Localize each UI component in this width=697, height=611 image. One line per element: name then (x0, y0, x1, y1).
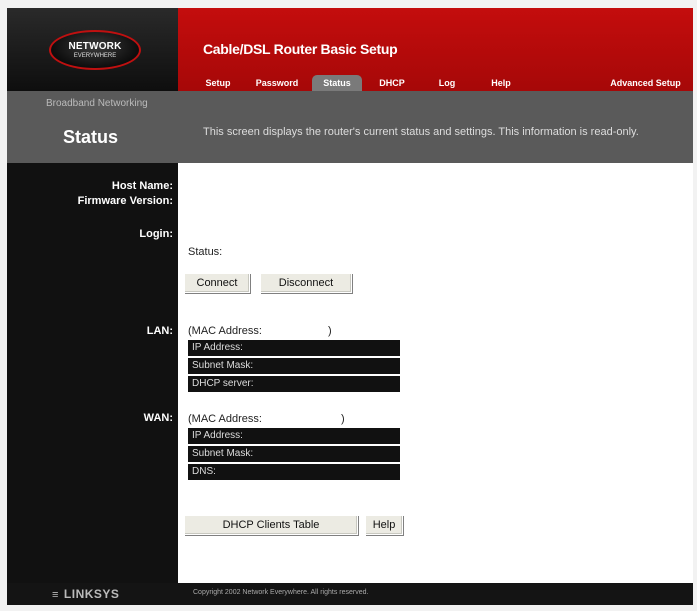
tab-setup[interactable]: Setup (198, 75, 238, 91)
firmware-version-label: Firmware Version: (77, 195, 173, 207)
disconnect-button[interactable]: Disconnect (260, 273, 352, 293)
logo-line1: NETWORK (68, 41, 122, 52)
lan-label: LAN: (146, 325, 173, 337)
lan-mac-close: ) (328, 325, 332, 337)
linksys-logo: ≡ LINKSYS (52, 587, 119, 601)
page-heading: Status (63, 127, 119, 147)
linksys-mark-icon: ≡ (52, 589, 59, 601)
dhcp-clients-table-button[interactable]: DHCP Clients Table (184, 515, 358, 535)
tab-status[interactable]: Status (312, 75, 362, 91)
tab-password[interactable]: Password (252, 75, 302, 91)
network-everywhere-logo: NETWORK EVERYWHERE (49, 30, 141, 70)
help-button[interactable]: Help (365, 515, 403, 535)
lan-dhcp-server: DHCP server: (188, 376, 400, 392)
login-status-label: Status: (188, 246, 223, 258)
logo-area: NETWORK EVERYWHERE (7, 8, 178, 91)
logo-line2: EVERYWHERE (73, 53, 117, 59)
router-setup-frame: NETWORK EVERYWHERE Cable/DSL Router Basi… (7, 8, 693, 605)
page-title: Cable/DSL Router Basic Setup (203, 41, 398, 57)
lan-mac-address: (MAC Address: (188, 325, 262, 337)
section-label: Broadband Networking (46, 98, 148, 109)
tab-log[interactable]: Log (432, 75, 462, 91)
wan-label: WAN: (143, 412, 173, 424)
wan-dns: DNS: (188, 464, 400, 480)
tab-advanced-setup[interactable]: Advanced Setup (598, 75, 693, 91)
linksys-brand: LINKSYS (63, 587, 120, 601)
wan-ip-address: IP Address: (188, 428, 400, 444)
header-bar: Cable/DSL Router Basic Setup Setup Passw… (178, 8, 693, 91)
page-description: This screen displays the router's curren… (203, 126, 639, 138)
lan-ip-address: IP Address: (188, 340, 400, 356)
login-label: Login: (139, 228, 173, 240)
lan-subnet-mask: Subnet Mask: (188, 358, 400, 374)
status-content: Status: Connect Disconnect (MAC Address:… (178, 163, 693, 583)
tab-dhcp[interactable]: DHCP (372, 75, 412, 91)
footer: ≡ LINKSYS Copyright 2002 Network Everywhe… (7, 583, 693, 605)
copyright-notice: Copyright 2002 Network Everywhere. All r… (193, 589, 369, 596)
wan-mac-close: ) (341, 413, 345, 425)
wan-mac-address: (MAC Address: (188, 413, 262, 425)
tab-help[interactable]: Help (486, 75, 516, 91)
connect-button[interactable]: Connect (184, 273, 250, 293)
wan-subnet-mask: Subnet Mask: (188, 446, 400, 462)
host-name-label: Host Name: (111, 180, 173, 192)
nav-tabs: Setup Password Status DHCP Log Help Adva… (178, 75, 693, 91)
section-band: Broadband Networking Status This screen … (7, 91, 693, 163)
